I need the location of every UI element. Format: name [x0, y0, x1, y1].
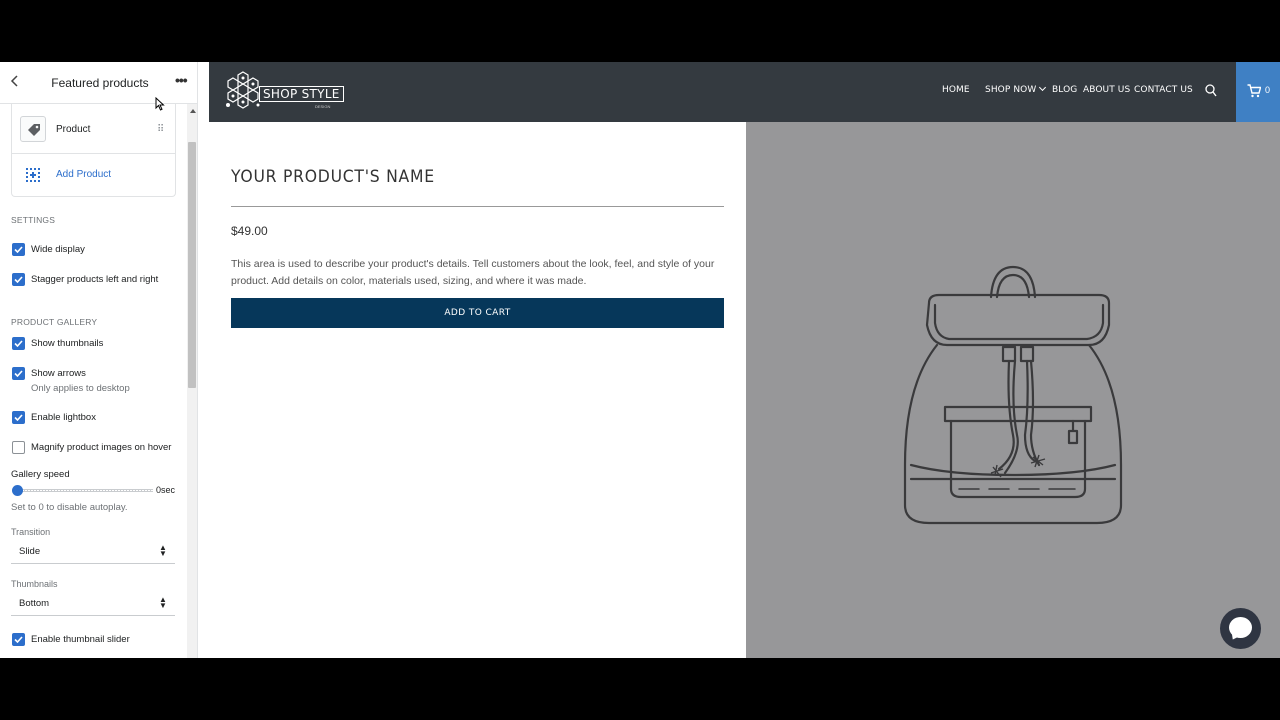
cart-button[interactable]: 0: [1236, 62, 1280, 122]
nav-home[interactable]: HOME: [942, 85, 970, 95]
add-to-cart-button[interactable]: ADD TO CART: [231, 298, 724, 328]
chevron-down-icon: [1039, 83, 1047, 92]
thumbnails-select[interactable]: Bottom ▲ ▼: [11, 592, 175, 616]
checkbox-label: Show arrows: [31, 368, 86, 379]
back-icon[interactable]: [10, 74, 24, 90]
nav-contact-us[interactable]: CONTACT US: [1134, 85, 1193, 95]
more-options-icon[interactable]: •••: [175, 72, 188, 88]
checkbox-label: Enable thumbnail slider: [31, 634, 130, 645]
scroll-up-icon[interactable]: [190, 109, 196, 113]
gallery-speed-value: 0sec: [156, 485, 176, 495]
checkbox-checked-icon: [12, 411, 25, 424]
checkbox-checked-icon: [12, 367, 25, 380]
sidebar-scrollbar[interactable]: [187, 104, 197, 658]
logo-text: SHOP STYLE: [259, 86, 344, 102]
settings-heading: SETTINGS: [11, 215, 56, 225]
select-value: Slide: [19, 546, 41, 557]
product-image-area[interactable]: [746, 122, 1280, 658]
add-block-icon: [26, 168, 40, 187]
product-price: $49.00: [231, 224, 268, 238]
store-header: SHOP STYLE DESIGN HOME SHOP NOW BLOG ABO…: [209, 62, 1280, 122]
app-frame: Featured products ••• Product ⠿ Add Prod…: [0, 62, 1280, 658]
product-gallery-heading: PRODUCT GALLERY: [11, 317, 98, 327]
cart-count: 0: [1265, 85, 1271, 95]
gallery-speed-slider[interactable]: [15, 489, 153, 492]
logo-subtext: DESIGN: [315, 104, 331, 109]
checkbox-label: Magnify product images on hover: [31, 442, 172, 453]
gallery-speed-slider-thumb[interactable]: [12, 485, 23, 496]
block-label: Product: [56, 124, 91, 135]
thumbnails-label: Thumbnails: [11, 579, 58, 589]
tag-icon: [20, 116, 46, 142]
block-list: Product ⠿ Add Product: [11, 104, 176, 197]
transition-select[interactable]: Slide ▲ ▼: [11, 540, 175, 564]
checkbox-checked-icon: [12, 337, 25, 350]
select-arrows-icon: ▲ ▼: [159, 595, 167, 610]
product-description: This area is used to describe your produ…: [231, 258, 715, 287]
add-block-button[interactable]: Add Product: [12, 154, 175, 198]
checkbox-label: Stagger products left and right: [31, 274, 159, 285]
drag-handle-icon[interactable]: ⠿: [157, 124, 164, 135]
backpack-placeholder-image: [903, 265, 1123, 525]
product-title: YOUR PRODUCT'S NAME: [231, 167, 435, 187]
cart-icon: [1247, 84, 1261, 98]
checkbox-label: Enable lightbox: [31, 412, 96, 423]
sidebar-title: Featured products: [51, 76, 149, 90]
divider: [231, 206, 724, 207]
scrollbar-thumb[interactable]: [188, 142, 196, 388]
checkbox-checked-icon: [12, 633, 25, 646]
nav-blog[interactable]: BLOG: [1052, 85, 1077, 95]
checkbox-help-text: Only applies to desktop: [31, 383, 130, 394]
checkbox-checked-icon: [12, 243, 25, 256]
checkbox-label: Wide display: [31, 244, 85, 255]
transition-label: Transition: [11, 527, 51, 537]
nav-about-us[interactable]: ABOUT US: [1083, 85, 1130, 95]
block-item-product[interactable]: Product ⠿: [12, 110, 175, 154]
checkbox-unchecked-icon: [12, 441, 25, 454]
nav-label: SHOP NOW: [985, 85, 1037, 95]
gallery-speed-help: Set to 0 to disable autoplay.: [11, 502, 128, 513]
checkbox-checked-icon: [12, 273, 25, 286]
theme-editor-sidebar: Featured products ••• Product ⠿ Add Prod…: [0, 62, 198, 658]
mouse-cursor-icon: [155, 96, 165, 116]
search-icon[interactable]: [1205, 84, 1217, 102]
nav-shop-now[interactable]: SHOP NOW: [985, 83, 1047, 95]
sidebar-header: Featured products •••: [0, 62, 197, 104]
select-value: Bottom: [19, 598, 50, 609]
chat-button[interactable]: [1220, 608, 1261, 649]
gallery-speed-label: Gallery speed: [11, 469, 70, 480]
logo-hexagons-icon: [226, 71, 260, 109]
add-block-label: Add Product: [56, 169, 112, 180]
store-preview: SHOP STYLE DESIGN HOME SHOP NOW BLOG ABO…: [209, 62, 1280, 658]
checkbox-label: Show thumbnails: [31, 338, 104, 349]
sidebar-scroll-area: Product ⠿ Add Product SETTINGS Wide disp…: [0, 104, 186, 658]
store-logo[interactable]: SHOP STYLE DESIGN: [223, 69, 353, 115]
select-arrows-icon: ▲ ▼: [159, 543, 167, 558]
